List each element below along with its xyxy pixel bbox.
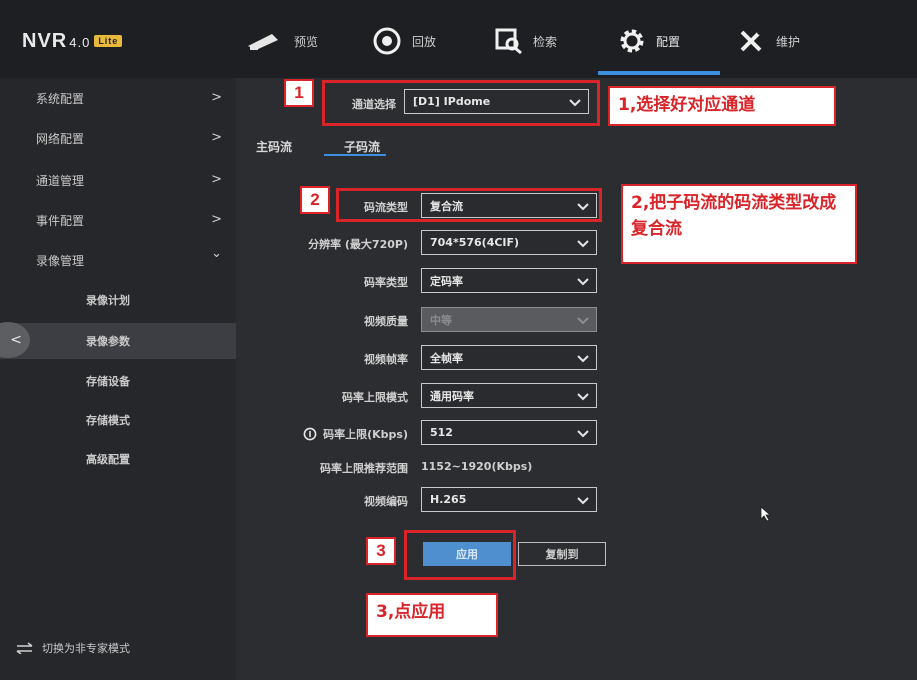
bitrate-limit-select[interactable]: 512 xyxy=(421,420,597,445)
bitrate-limit-mode-label: 码率上限模式 xyxy=(342,391,408,404)
annotation-number-2: 2 xyxy=(300,186,330,214)
swap-icon xyxy=(16,642,33,654)
chevron-down-icon: ⌄ xyxy=(211,246,222,261)
chevron-down-icon xyxy=(577,317,589,325)
copy-to-button[interactable]: 复制到 xyxy=(518,542,606,566)
bitrate-type-label: 码率类型 xyxy=(364,276,408,289)
nav-config[interactable]: 配置 xyxy=(618,26,680,56)
annotation-callout-2: 2,把子码流的码流类型改成复合流 xyxy=(621,184,857,264)
chevron-down-icon xyxy=(577,355,589,363)
annotation-callout-1: 1,选择好对应通道 xyxy=(608,86,836,126)
sidebar-item-event[interactable]: 事件配置 > xyxy=(0,200,236,240)
sidebar-item-system[interactable]: 系统配置 > xyxy=(0,78,236,118)
bitrate-limit-label: 码率上限(Kbps) xyxy=(280,426,408,442)
playback-icon xyxy=(373,27,401,55)
bitrate-type-select[interactable]: 定码率 xyxy=(421,268,597,293)
bitrate-limit-mode-select[interactable]: 通用码率 xyxy=(421,383,597,408)
resolution-label: 分辨率 (最大720P) xyxy=(308,238,408,251)
active-nav-indicator xyxy=(598,71,720,75)
annotation-box-2 xyxy=(336,188,602,222)
top-nav-bar: NVR 4.0 Lite 预览 回放 检索 配置 维护 xyxy=(0,0,917,78)
frame-rate-select[interactable]: 全帧率 xyxy=(421,345,597,370)
annotation-number-3: 3 xyxy=(366,537,396,565)
annotation-number-1: 1 xyxy=(284,79,314,107)
chevron-right-icon: > xyxy=(211,172,222,187)
camera-icon xyxy=(248,34,278,50)
nav-preview[interactable]: 预览 xyxy=(246,26,318,56)
recommended-range-label: 码率上限推荐范围 xyxy=(320,462,408,475)
tools-icon xyxy=(740,29,763,52)
search-icon xyxy=(495,28,522,54)
nvr-screen: NVR 4.0 Lite 预览 回放 检索 配置 维护 系统配置 > 网络配置 > 通道… xyxy=(0,0,917,680)
sidebar-sub-params[interactable]: 录像参数 xyxy=(0,323,236,359)
chevron-down-icon xyxy=(577,497,589,505)
annotation-box-1 xyxy=(322,80,600,126)
sidebar: 系统配置 > 网络配置 > 通道管理 > 事件配置 > 录像管理 ⌄ 录像计划 录像参数 … xyxy=(0,78,236,680)
recommended-range-value: 1152~1920(Kbps) xyxy=(421,460,533,473)
chevron-down-icon xyxy=(577,393,589,401)
resolution-select[interactable]: 704*576(4CIF) xyxy=(421,230,597,255)
active-tab-indicator xyxy=(324,154,386,156)
video-quality-select: 中等 xyxy=(421,307,597,332)
sidebar-item-network[interactable]: 网络配置 > xyxy=(0,118,236,158)
annotation-box-3 xyxy=(404,530,516,580)
sidebar-sub-schedule[interactable]: 录像计划 xyxy=(0,282,236,318)
chevron-right-icon: > xyxy=(211,90,222,105)
chevron-right-icon: > xyxy=(211,130,222,145)
tab-main-stream[interactable]: 主码流 xyxy=(256,138,292,155)
mouse-cursor-icon xyxy=(760,506,772,522)
nav-search[interactable]: 检索 xyxy=(495,26,557,56)
sidebar-item-channel[interactable]: 通道管理 > xyxy=(0,160,236,200)
sidebar-sub-storage-mode[interactable]: 存储模式 xyxy=(0,402,236,438)
sidebar-item-recording[interactable]: 录像管理 ⌄ xyxy=(0,240,236,280)
chevron-down-icon xyxy=(577,430,589,438)
chevron-down-icon xyxy=(577,240,589,248)
nav-playback[interactable]: 回放 xyxy=(372,26,436,56)
video-quality-label: 视频质量 xyxy=(364,315,408,328)
expert-mode-switch[interactable]: 切换为非专家模式 xyxy=(16,640,130,656)
annotation-callout-3: 3,点应用 xyxy=(366,593,498,637)
video-codec-select[interactable]: H.265 xyxy=(421,487,597,512)
sidebar-sub-advanced[interactable]: 高级配置 xyxy=(0,441,236,477)
app-logo: NVR 4.0 Lite xyxy=(22,30,123,53)
gear-icon xyxy=(620,29,644,53)
video-codec-label: 视频编码 xyxy=(364,495,408,508)
tab-sub-stream[interactable]: 子码流 xyxy=(344,138,380,155)
chevron-down-icon xyxy=(577,278,589,286)
chevron-right-icon: > xyxy=(211,212,222,227)
chevron-left-icon: < xyxy=(10,332,22,348)
info-icon[interactable] xyxy=(303,427,317,441)
nav-maintenance[interactable]: 维护 xyxy=(738,26,800,56)
sidebar-sub-storage-device[interactable]: 存储设备 xyxy=(0,363,236,399)
frame-rate-label: 视频帧率 xyxy=(364,353,408,366)
